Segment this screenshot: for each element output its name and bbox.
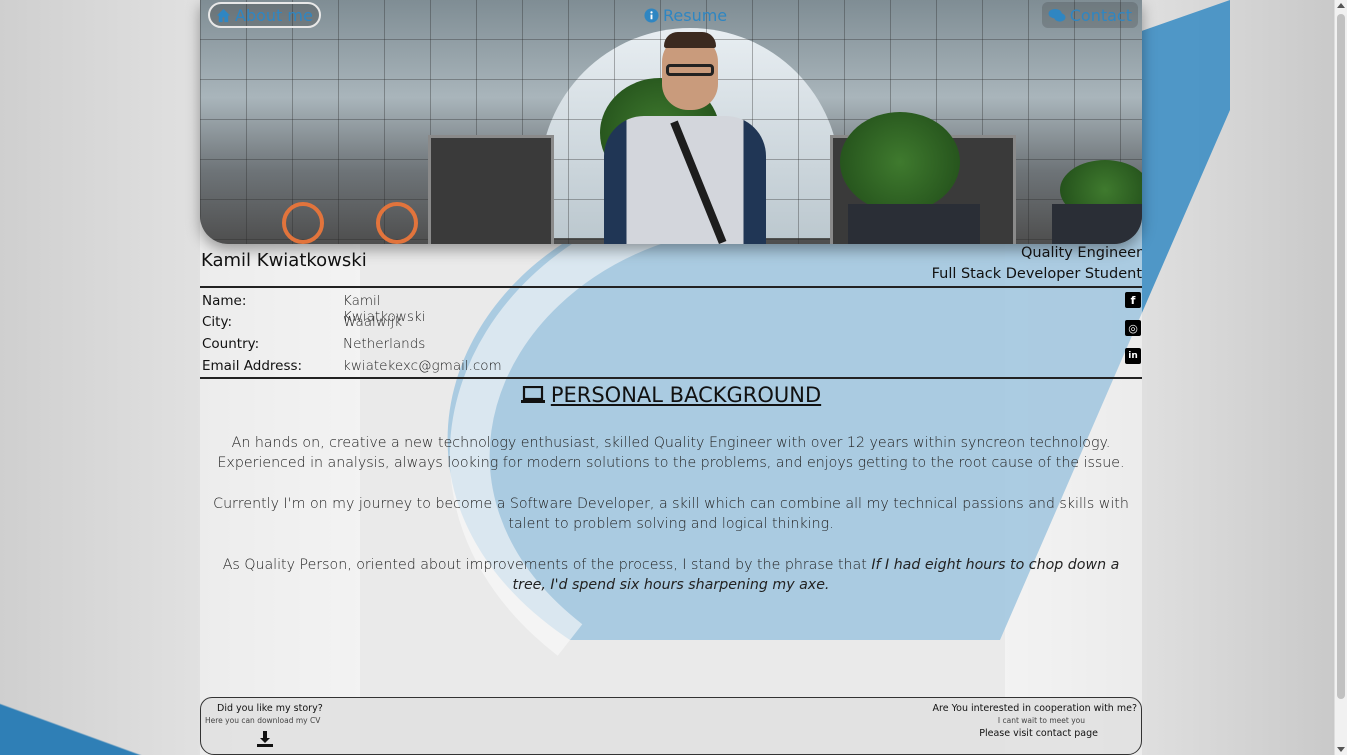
footer: Did you like my story? Here you can down… (200, 697, 1142, 755)
comments-icon (1048, 8, 1066, 22)
laptop-icon (520, 386, 545, 403)
scrollbar[interactable] (1334, 0, 1347, 755)
hero-planter-right (1052, 204, 1142, 244)
nav-resume[interactable]: Resume (638, 2, 733, 28)
bicycle-wheel (282, 202, 324, 244)
info-label: City: (202, 314, 233, 330)
hero-bicycle (282, 180, 432, 244)
info-label: Email Address: (202, 358, 303, 374)
hero-photo: About me Resume Contact (200, 0, 1142, 244)
hero-planter (848, 204, 980, 244)
profile-role-2: Full Stack Developer Student (931, 266, 1142, 282)
scroll-down-arrow-icon[interactable] (1337, 747, 1345, 752)
info-value: Netherlands (343, 336, 426, 352)
download-icon[interactable] (257, 731, 273, 747)
person-shirt (604, 116, 766, 244)
quote-intro: As Quality Person, oriented about improv… (222, 557, 872, 573)
info-value: Waalwijk (343, 314, 403, 330)
scroll-up-arrow-icon[interactable] (1337, 3, 1345, 8)
main-card: About me Resume Contact Kamil Kwiatkowsk… (200, 0, 1142, 755)
footer-cv-subtitle: Here you can download my CV (205, 716, 321, 725)
profile-name: Kamil Kwiatkowski (201, 250, 367, 271)
footer-contact-title: Are You interested in cooperation with m… (932, 703, 1137, 714)
hero-tree-right (840, 112, 960, 212)
section-title-text: PERSONAL BACKGROUND (550, 383, 822, 407)
nav-contact[interactable]: Contact (1041, 2, 1138, 28)
nav-about-me[interactable]: About me (208, 2, 321, 28)
info-label: Country: (202, 336, 260, 352)
person-hair (664, 32, 716, 48)
info-circle-icon (644, 7, 659, 23)
background-paragraph-3: As Quality Person, oriented about improv… (200, 555, 1142, 595)
bicycle-wheel (376, 202, 418, 244)
background-paragraph-1: An hands on, creative a new technology e… (217, 435, 1125, 471)
section-title: PERSONAL BACKGROUND (200, 383, 1142, 407)
divider-middle (200, 377, 1142, 379)
background-paragraph-2: Currently I'm on my journey to become a … (213, 496, 1129, 532)
footer-contact-subtitle: I cant wait to meet you (997, 716, 1085, 725)
instagram-icon[interactable]: ◎ (1125, 320, 1141, 336)
scrollbar-thumb[interactable] (1337, 14, 1345, 699)
facebook-icon[interactable]: f (1125, 292, 1141, 308)
linkedin-icon[interactable]: in (1125, 348, 1141, 364)
hero-door-left (428, 135, 554, 244)
nav-about-label: About me (235, 5, 313, 25)
footer-cv-title: Did you like my story? (217, 703, 323, 714)
footer-contact-link[interactable]: Please visit contact page (979, 728, 1098, 739)
nav-contact-label: Contact (1069, 5, 1132, 25)
divider-top (200, 286, 1142, 288)
person-glasses (666, 64, 714, 76)
info-value: kwiatekexc@gmail.com (343, 358, 502, 374)
home-icon (216, 8, 231, 22)
hero-person (600, 32, 770, 244)
profile-role-1: Quality Engineer (1021, 245, 1142, 261)
nav-resume-label: Resume (663, 5, 728, 25)
info-label: Name: (202, 293, 247, 309)
